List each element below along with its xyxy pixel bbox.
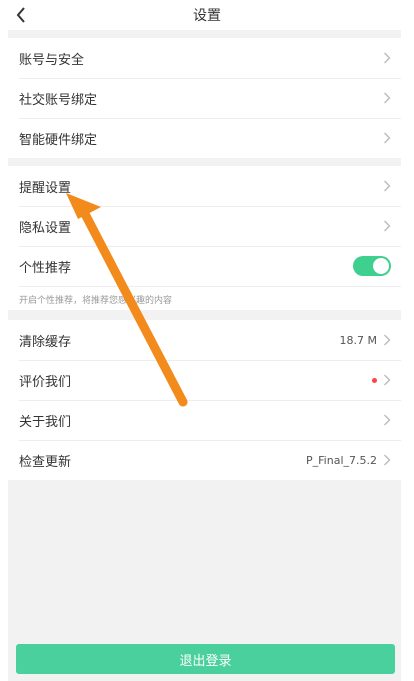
toggle-knob xyxy=(373,258,389,274)
row-label: 检查更新 xyxy=(19,454,72,470)
row-label: 隐私设置 xyxy=(19,220,72,236)
group-app: 清除缓存 18.7 M 评价我们 关于我们 检查更新 P_Final_7.5.2 xyxy=(8,320,401,480)
header-bar: 设置 xyxy=(0,0,414,30)
group-account: 账号与安全 社交账号绑定 智能硬件绑定 xyxy=(8,38,401,158)
chevron-right-icon xyxy=(384,334,391,346)
row-reminder-settings[interactable]: 提醒设置 xyxy=(8,166,401,206)
page-title: 设置 xyxy=(193,8,221,24)
row-account-security[interactable]: 账号与安全 xyxy=(8,38,401,78)
divider xyxy=(19,286,401,287)
row-label: 账号与安全 xyxy=(19,52,85,68)
chevron-right-icon xyxy=(384,454,391,466)
group-preferences: 提醒设置 隐私设置 个性推荐 开启个性推荐，将推荐您感兴趣的内容 xyxy=(8,166,401,310)
chevron-right-icon xyxy=(384,220,391,232)
row-check-update[interactable]: 检查更新 P_Final_7.5.2 xyxy=(8,440,401,480)
row-label: 清除缓存 xyxy=(19,334,72,350)
row-privacy-settings[interactable]: 隐私设置 xyxy=(8,206,401,246)
row-label: 社交账号绑定 xyxy=(19,92,98,108)
chevron-right-icon xyxy=(384,92,391,104)
recommend-hint: 开启个性推荐，将推荐您感兴趣的内容 xyxy=(19,296,173,306)
row-social-binding[interactable]: 社交账号绑定 xyxy=(8,78,401,118)
logout-label: 退出登录 xyxy=(179,653,232,669)
chevron-right-icon xyxy=(384,414,391,426)
row-label: 评价我们 xyxy=(19,374,72,390)
version-text: P_Final_7.5.2 xyxy=(306,453,377,467)
row-clear-cache[interactable]: 清除缓存 18.7 M xyxy=(8,320,401,360)
red-dot-badge xyxy=(372,377,377,383)
row-label: 提醒设置 xyxy=(19,180,72,196)
chevron-right-icon xyxy=(384,374,391,386)
chevron-right-icon xyxy=(384,180,391,192)
row-personal-recommend: 个性推荐 xyxy=(8,246,401,286)
recommend-toggle[interactable] xyxy=(353,256,391,276)
row-label: 关于我们 xyxy=(19,414,72,430)
row-hardware-binding[interactable]: 智能硬件绑定 xyxy=(8,118,401,158)
cache-size: 18.7 M xyxy=(339,333,377,347)
row-label: 智能硬件绑定 xyxy=(19,132,98,148)
row-about-us[interactable]: 关于我们 xyxy=(8,400,401,440)
row-rate-us[interactable]: 评价我们 xyxy=(8,360,401,400)
chevron-right-icon xyxy=(384,132,391,144)
chevron-right-icon xyxy=(384,52,391,64)
logout-button[interactable]: 退出登录 xyxy=(16,644,395,674)
row-label: 个性推荐 xyxy=(19,260,72,276)
settings-content: 账号与安全 社交账号绑定 智能硬件绑定 提醒设置 隐私设置 个性推荐 开启个性推… xyxy=(8,30,401,681)
